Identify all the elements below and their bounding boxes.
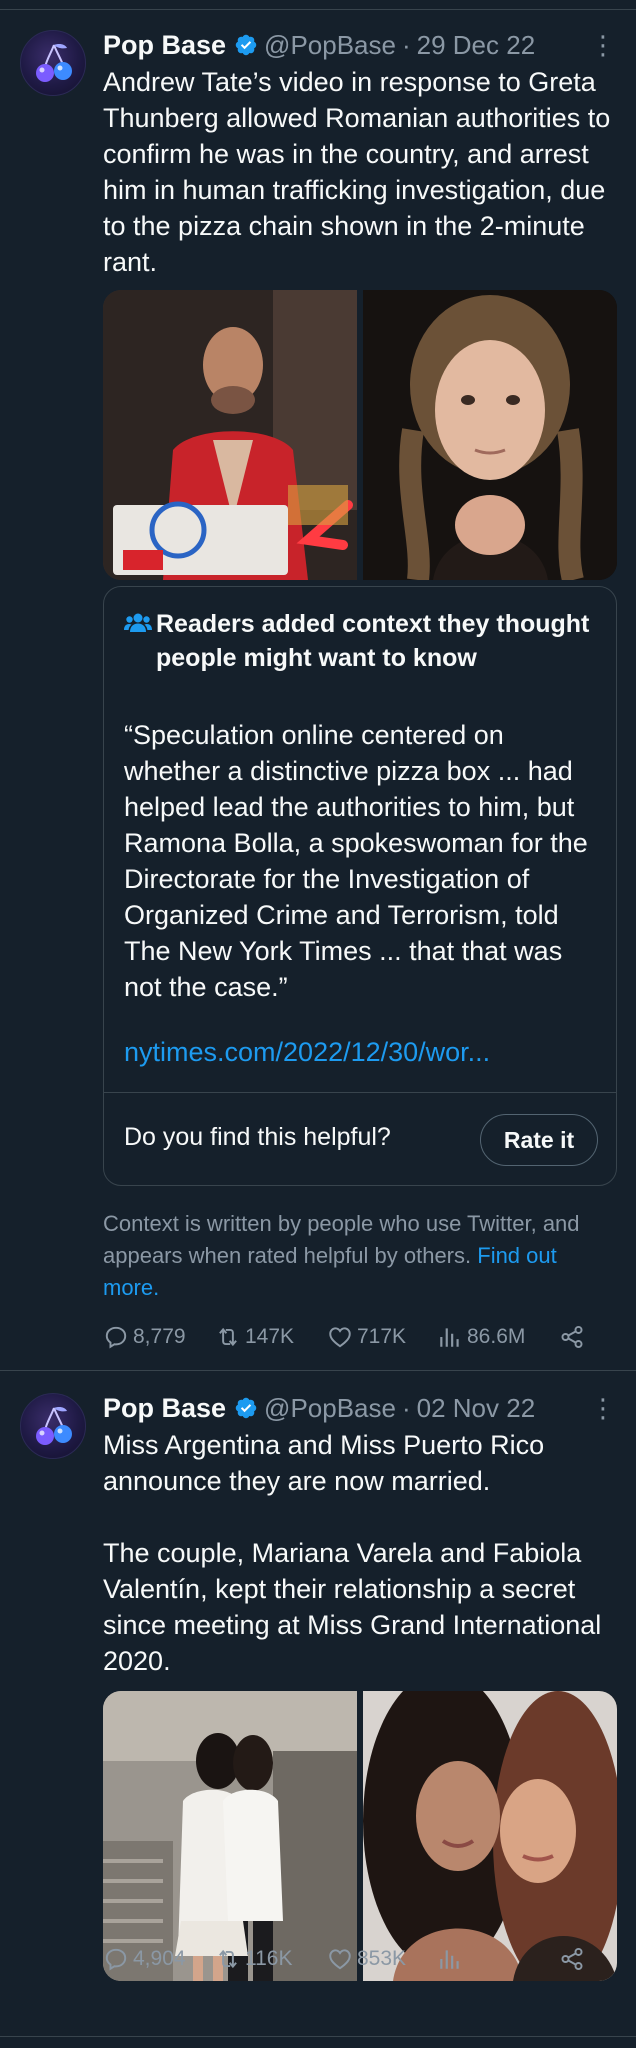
helpful-question: Do you find this helpful? [124, 1123, 391, 1151]
reply-icon [105, 1326, 127, 1349]
more-icon[interactable]: ⋮ [590, 30, 616, 61]
retweet-button[interactable]: 147K [215, 1324, 327, 1350]
views-icon [440, 1328, 459, 1347]
note-source-link[interactable]: nytimes.com/2022/12/30/wor... [124, 1037, 490, 1068]
verified-badge-icon [235, 1397, 257, 1419]
share-icon [561, 1947, 583, 1971]
top-divider [0, 0, 636, 10]
retweet-count: 147K [245, 1325, 295, 1348]
verified-badge-icon [235, 34, 257, 56]
media-photo-2[interactable] [363, 1691, 617, 1981]
tweet-header: Pop Base @PopBase · 02 Nov 22 [103, 1389, 617, 1427]
tweet-divider [0, 1370, 636, 1371]
like-icon [329, 1327, 351, 1348]
context-disclaimer: Context is written by people who use Twi… [103, 1208, 617, 1304]
media-photo-2[interactable] [363, 290, 617, 580]
tweet-divider [0, 2036, 636, 2037]
reply-button[interactable]: 4,904 [103, 1946, 215, 1972]
retweet-count: 116K [245, 1947, 293, 1970]
tweet-date[interactable]: 29 Dec 22 [417, 30, 536, 61]
avatar[interactable] [20, 30, 86, 96]
reply-icon [105, 1948, 127, 1971]
people-icon [124, 613, 152, 632]
author-name[interactable]: Pop Base [103, 1393, 226, 1424]
retweet-button[interactable]: 116K [215, 1946, 327, 1972]
more-icon[interactable]: ⋮ [590, 1393, 616, 1424]
tweet-text: Andrew Tate’s video in response to Greta… [103, 67, 618, 277]
media-photo-1[interactable] [103, 290, 357, 580]
tweet-date[interactable]: 02 Nov 22 [417, 1393, 536, 1424]
author-name[interactable]: Pop Base [103, 30, 226, 61]
media-photo-1[interactable] [103, 1691, 357, 1981]
like-button[interactable]: 717K [327, 1324, 437, 1350]
tweet-media[interactable] [103, 1691, 617, 1981]
community-note: Readers added context they thought peopl… [103, 586, 617, 1186]
views-icon [440, 1950, 459, 1969]
like-icon [329, 1949, 351, 1970]
tweet-actions: 8,779 147K 717K 86.6M [103, 1317, 617, 1357]
note-quote: “Speculation online centered on whether … [124, 720, 588, 1002]
retweet-icon [219, 1949, 237, 1969]
author-handle[interactable]: @PopBase [264, 30, 396, 61]
author-handle[interactable]: @PopBase [264, 1393, 396, 1424]
cherry-logo-icon [36, 44, 72, 82]
dot-separator: · [401, 29, 411, 60]
cherry-logo-icon [36, 1407, 72, 1445]
rate-it-button[interactable]: Rate it [480, 1114, 598, 1166]
avatar[interactable] [20, 1393, 86, 1459]
tweet-header: Pop Base @PopBase · 29 Dec 22 [103, 26, 617, 64]
share-button[interactable] [559, 1324, 589, 1350]
note-title-text: Readers added context they thought peopl… [156, 610, 590, 672]
reply-button[interactable]: 8,779 [103, 1324, 215, 1350]
views-count: 86.6M [467, 1325, 526, 1348]
views-button[interactable]: 86.6M [437, 1324, 559, 1350]
tweet-media[interactable] [103, 290, 617, 580]
tweet-text: Miss Argentina and Miss Puerto Rico anno… [103, 1430, 602, 1676]
share-icon [561, 1325, 583, 1349]
like-count: 853K [357, 1947, 407, 1970]
tweet-actions: 4,904 116K 853K [103, 1939, 617, 1979]
reply-count: 4,904 [133, 1947, 186, 1970]
like-button[interactable]: 853K [327, 1946, 437, 1972]
dot-separator: · [401, 1392, 411, 1423]
note-divider [104, 1092, 616, 1093]
retweet-icon [219, 1327, 237, 1347]
note-title: Readers added context they thought peopl… [124, 607, 604, 675]
share-button[interactable] [559, 1946, 589, 1972]
views-button[interactable] [437, 1946, 559, 1972]
like-count: 717K [357, 1325, 407, 1348]
reply-count: 8,779 [133, 1325, 186, 1348]
